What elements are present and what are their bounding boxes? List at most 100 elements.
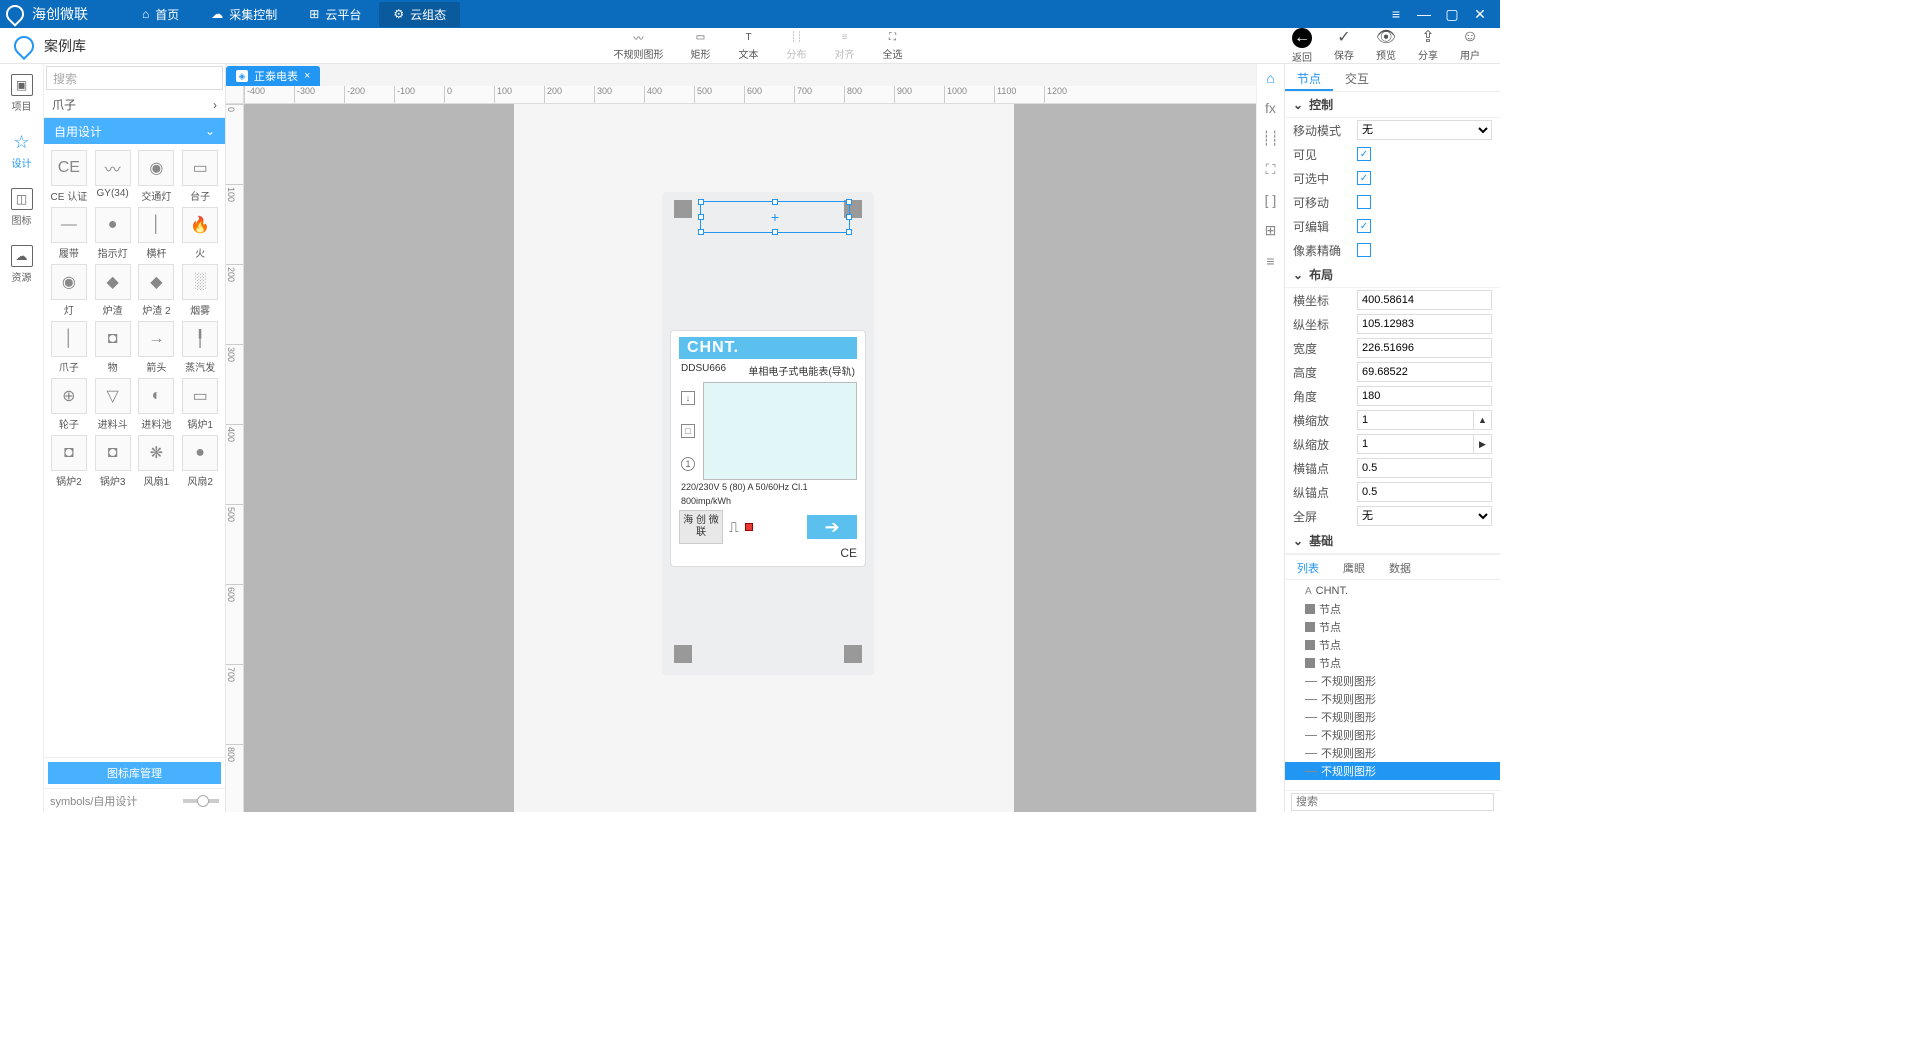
prop-checkbox[interactable]	[1357, 243, 1371, 257]
toolstrip-item[interactable]: ⊞	[1265, 222, 1277, 239]
tree-node[interactable]: 不规则图形	[1285, 690, 1500, 708]
tree-node[interactable]: 不规则图形	[1285, 708, 1500, 726]
lib-item-台子[interactable]: ▭台子	[179, 150, 221, 203]
lib-item-CE 认证[interactable]: CECE 认证	[48, 150, 90, 203]
prop-select[interactable]: 无	[1357, 506, 1492, 526]
lib-item-进料斗[interactable]: ▽进料斗	[92, 378, 134, 431]
nav-config[interactable]: ⚙云组态	[379, 2, 460, 27]
lib-item-GY(34)[interactable]: 〰GY(34)	[92, 150, 134, 203]
tree-node[interactable]: 不规则图形	[1285, 672, 1500, 690]
subtab-data[interactable]: 数据	[1377, 555, 1423, 579]
canvas[interactable]: + CHNT. DDSU666单相电子式电能表(导轨) ↓ □ 1	[244, 104, 1256, 812]
lib-item-灯[interactable]: ◉灯	[48, 264, 90, 317]
lib-item-蒸汽发[interactable]: ╿蒸汽发	[179, 321, 221, 374]
prop-input[interactable]	[1357, 458, 1492, 478]
section-base[interactable]: ⌄基础	[1285, 528, 1500, 554]
prop-checkbox[interactable]	[1357, 171, 1371, 185]
canvas-tab[interactable]: ◈ 正泰电表 ×	[226, 66, 320, 86]
lib-item-锅炉2[interactable]: ◘锅炉2	[48, 435, 90, 488]
toolstrip-item[interactable]: ┊┊	[1262, 130, 1279, 147]
prop-flip-button[interactable]: ▲	[1474, 410, 1492, 430]
lib-item-箭头[interactable]: →箭头	[136, 321, 178, 374]
prop-input[interactable]	[1357, 314, 1492, 334]
tree-node[interactable]: 不规则图形	[1285, 744, 1500, 762]
prop-input[interactable]	[1357, 338, 1492, 358]
tree-node[interactable]: 节点	[1285, 618, 1500, 636]
close-button[interactable]: ✕	[1466, 4, 1494, 24]
sidebar-设计[interactable]: ☆设计	[11, 131, 33, 170]
prop-input[interactable]	[1357, 410, 1474, 430]
lib-item-爪子[interactable]: │爪子	[48, 321, 90, 374]
lib-item-火[interactable]: 🔥火	[179, 207, 221, 260]
tool-全选[interactable]: ⛶全选	[882, 31, 904, 61]
action-用户[interactable]: ☺用户	[1460, 28, 1480, 64]
action-返回[interactable]: ←返回	[1292, 28, 1312, 64]
prop-input[interactable]	[1357, 362, 1492, 382]
library-category[interactable]: 自用设计⌄	[44, 118, 225, 144]
minimize-button[interactable]: ―	[1410, 4, 1438, 24]
prop-checkbox[interactable]	[1357, 147, 1371, 161]
section-control[interactable]: ⌄控制	[1285, 92, 1500, 118]
lib-item-横杆[interactable]: │横杆	[136, 207, 178, 260]
subtab-eagle[interactable]: 鹰眼	[1331, 555, 1377, 579]
selection-box[interactable]: +	[700, 201, 850, 233]
tool-矩形[interactable]: ▭矩形	[690, 31, 712, 61]
sidebar-资源[interactable]: ☁资源	[11, 245, 33, 284]
lib-item-风扇1[interactable]: ❋风扇1	[136, 435, 178, 488]
library-search[interactable]: 搜索	[46, 66, 223, 90]
subtab-list[interactable]: 列表	[1285, 555, 1331, 579]
lib-item-炉渣 2[interactable]: ◆炉渣 2	[136, 264, 178, 317]
lib-item-交通灯[interactable]: ◉交通灯	[136, 150, 178, 203]
tab-interact[interactable]: 交互	[1333, 64, 1381, 91]
toolstrip-item[interactable]: ≡	[1266, 253, 1274, 269]
prop-flip-button[interactable]: ▶	[1474, 434, 1492, 454]
lib-item-指示灯[interactable]: ●指示灯	[92, 207, 134, 260]
prop-input[interactable]	[1357, 290, 1492, 310]
tree-node[interactable]: 不规则图形	[1285, 762, 1500, 780]
tab-close-icon[interactable]: ×	[304, 70, 310, 82]
prop-checkbox[interactable]	[1357, 195, 1371, 209]
sidebar-图标[interactable]: ◫图标	[11, 188, 33, 227]
sidebar-项目[interactable]: ▣项目	[11, 74, 33, 113]
menu-icon[interactable]: ≡	[1382, 4, 1410, 24]
tool-不规则图形[interactable]: 〰不规则图形	[614, 31, 664, 61]
action-分享[interactable]: ⇪分享	[1418, 28, 1438, 64]
lib-item-轮子[interactable]: ⊕轮子	[48, 378, 90, 431]
maximize-button[interactable]: ▢	[1438, 4, 1466, 24]
tool-文本[interactable]: T文本	[738, 31, 760, 61]
action-预览[interactable]: 👁预览	[1376, 28, 1396, 64]
tree-search[interactable]	[1291, 793, 1494, 811]
tree-node[interactable]: 节点	[1285, 636, 1500, 654]
nav-cloud[interactable]: ⊞云平台	[295, 2, 375, 27]
lib-item-炉渣[interactable]: ◆炉渣	[92, 264, 134, 317]
prop-checkbox[interactable]	[1357, 219, 1371, 233]
lib-item-烟雾[interactable]: ░烟雾	[179, 264, 221, 317]
lib-item-物[interactable]: ◘物	[92, 321, 134, 374]
prop-input[interactable]	[1357, 434, 1474, 454]
nav-collect[interactable]: ☁采集控制	[197, 2, 291, 27]
tab-node[interactable]: 节点	[1285, 64, 1333, 91]
toolstrip-item[interactable]: [ ]	[1265, 192, 1277, 208]
tree-node[interactable]: 节点	[1285, 600, 1500, 618]
action-保存[interactable]: ✓保存	[1334, 28, 1354, 64]
nav-home[interactable]: ⌂首页	[128, 2, 193, 27]
tree-node[interactable]: 不规则图形	[1285, 726, 1500, 744]
lib-item-进料池[interactable]: ◐进料池	[136, 378, 178, 431]
prop-select[interactable]: 无	[1357, 120, 1492, 140]
lib-item-锅炉3[interactable]: ◘锅炉3	[92, 435, 134, 488]
toolstrip-item[interactable]: ⛶	[1266, 161, 1276, 178]
tree-node[interactable]: CHNT.	[1285, 582, 1500, 600]
toolstrip-item[interactable]: fx	[1265, 100, 1276, 116]
library-manager-button[interactable]: 图标库管理	[48, 762, 221, 784]
lib-item-锅炉1[interactable]: ▭锅炉1	[179, 378, 221, 431]
lib-item-履带[interactable]: —履带	[48, 207, 90, 260]
prop-input[interactable]	[1357, 386, 1492, 406]
zoom-slider[interactable]	[183, 799, 219, 803]
device-meter[interactable]: + CHNT. DDSU666单相电子式电能表(导轨) ↓ □ 1	[662, 192, 874, 675]
lib-item-风扇2[interactable]: ●风扇2	[179, 435, 221, 488]
prop-input[interactable]	[1357, 482, 1492, 502]
section-layout[interactable]: ⌄布局	[1285, 262, 1500, 288]
library-breadcrumb[interactable]: 爪子›	[44, 92, 225, 118]
tree-node[interactable]: 节点	[1285, 654, 1500, 672]
toolstrip-item[interactable]: ⌂	[1266, 70, 1274, 86]
